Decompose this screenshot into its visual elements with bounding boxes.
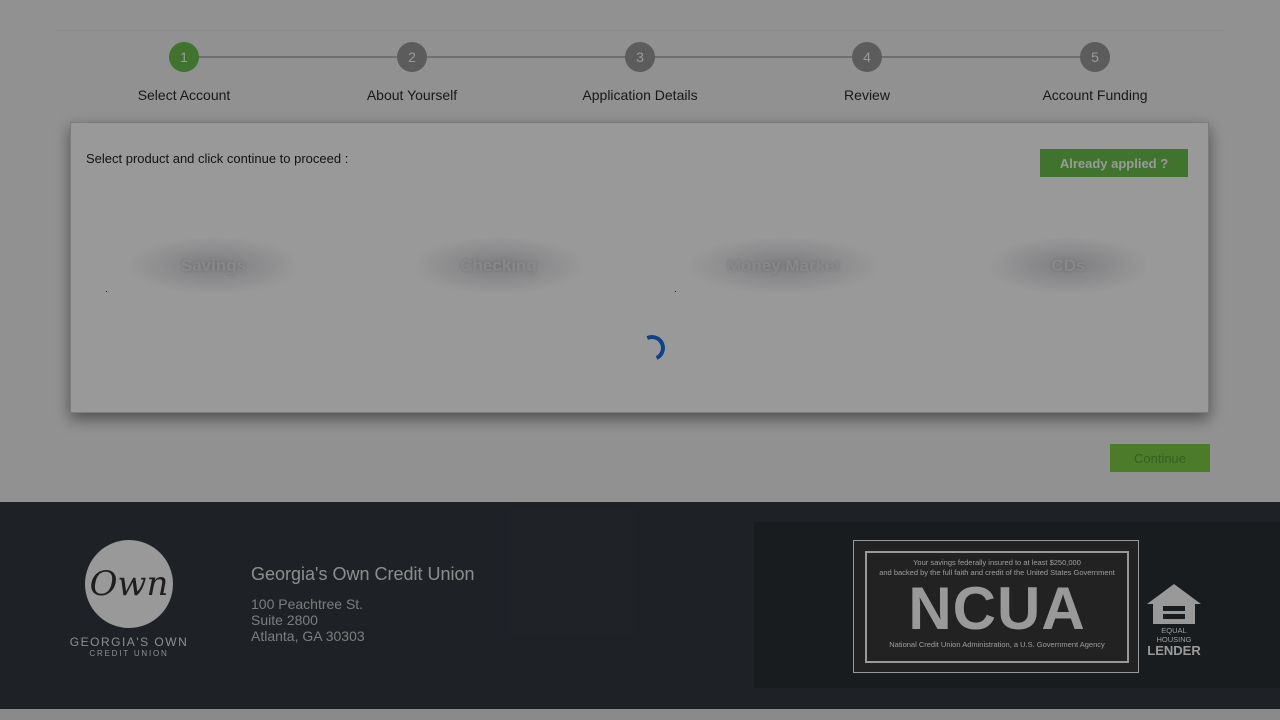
step-select-account: 1 Select Account [84, 42, 284, 103]
selection-instruction: Select product and click continue to pro… [86, 151, 349, 166]
step-account-funding: 5 Account Funding [995, 42, 1195, 103]
ncua-badge: Your savings federally insured to at lea… [853, 540, 1139, 673]
address-line: 100 Peachtree St. [251, 596, 364, 612]
continue-button[interactable]: Continue [1110, 444, 1210, 472]
loading-spinner [635, 331, 669, 365]
product-tab-checking[interactable]: Checking [416, 238, 581, 293]
step-label: Account Funding [1042, 87, 1148, 103]
step-about-yourself: 2 About Yourself [312, 42, 512, 103]
address-line: Atlanta, GA 30303 [251, 628, 365, 644]
step-label: Review [844, 87, 890, 103]
georgias-own-logo: Own GEORGIA'S OWN CREDIT UNION [68, 540, 190, 658]
product-tab-savings[interactable]: Savings [131, 238, 296, 293]
equal-housing-text: EQUAL HOUSING [1156, 626, 1192, 644]
step-number: 2 [397, 42, 427, 72]
footer-bottom-strip [0, 709, 1280, 720]
application-page: 1 Select Account 2 About Yourself 3 Appl… [0, 0, 1280, 720]
organization-name: Georgia's Own Credit Union [251, 564, 475, 584]
ncua-insurance-line: Your savings federally insured to at lea… [913, 558, 1081, 567]
product-tab-cds[interactable]: CDs [991, 238, 1146, 293]
step-label: Application Details [582, 87, 698, 103]
equal-housing-icon [1147, 584, 1201, 624]
lender-text: LENDER [1147, 643, 1201, 658]
site-footer: Own GEORGIA'S OWN CREDIT UNION Georgia's… [0, 502, 1280, 709]
progress-stepper: 1 Select Account 2 About Yourself 3 Appl… [0, 0, 1280, 120]
compliance-badges: Your savings federally insured to at lea… [754, 522, 1280, 688]
product-tab-money-market[interactable]: Money Market [691, 238, 876, 293]
logo-mark: Own [85, 540, 173, 628]
address-line: Suite 2800 [251, 612, 318, 628]
step-number: 3 [625, 42, 655, 72]
ncua-badge-frame: Your savings federally insured to at lea… [865, 551, 1129, 663]
step-number: 5 [1080, 42, 1110, 72]
ncua-wordmark: NCUA [908, 575, 1086, 642]
divider-dot [106, 291, 107, 292]
step-number: 1 [169, 42, 199, 72]
already-applied-button[interactable]: Already applied ? [1040, 149, 1188, 177]
product-selection-card: Select product and click continue to pro… [70, 122, 1209, 413]
step-number: 4 [852, 42, 882, 72]
step-application-details: 3 Application Details [540, 42, 740, 103]
top-divider [55, 30, 1225, 31]
equal-housing-lender-badge: EQUAL HOUSING LENDER [1144, 582, 1204, 657]
logo-subtitle: CREDIT UNION [89, 649, 169, 658]
step-label: About Yourself [366, 87, 458, 103]
divider-dot [675, 291, 676, 292]
logo-name: GEORGIA'S OWN [69, 635, 189, 649]
step-label: Select Account [137, 87, 231, 103]
step-review: 4 Review [767, 42, 967, 103]
ncua-agency-text: National Credit Union Administration, a … [889, 640, 1105, 649]
